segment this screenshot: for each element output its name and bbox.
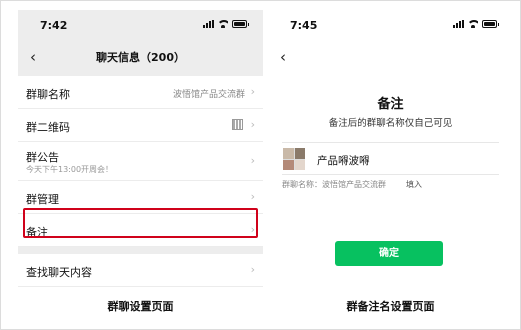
nav-bar: ‹ (268, 40, 513, 74)
row-announcement[interactable]: 群公告 今天下午13:00开周会！ › (18, 142, 263, 181)
page-title: 聊天信息（200） (96, 51, 185, 64)
back-arrow-icon[interactable]: ‹ (280, 48, 296, 66)
status-icons (453, 20, 499, 28)
group-name-value: 波悟馆产品交流群 (172, 90, 245, 100)
remark-description: 备注后的群聊名称仅自己可见 (328, 118, 453, 129)
wifi-icon (468, 20, 478, 28)
fill-in-link[interactable]: 填入 (406, 179, 422, 190)
remark-highlight-box (23, 208, 258, 238)
signal-icon (203, 20, 214, 28)
remark-title: 备注 (377, 97, 404, 112)
row-qr-code[interactable]: 群二维码 › (18, 109, 263, 142)
remark-name-input[interactable]: 产品嘚波嘚 (317, 153, 370, 168)
row-label: 群二维码 (26, 121, 70, 134)
row-label: 查找聊天内容 (26, 266, 92, 279)
wifi-icon (218, 20, 228, 28)
row-group-name[interactable]: 群聊名称 波悟馆产品交流群 › (18, 76, 263, 109)
group-avatar (283, 148, 305, 170)
signal-icon (453, 20, 464, 28)
row-label: 群公告 (26, 151, 59, 164)
status-icons (203, 20, 249, 28)
chevron-right-icon: › (250, 118, 255, 131)
chevron-right-icon: › (250, 190, 255, 203)
group-settings-screen: 7:42 ‹ 聊天信息（200） 群聊名称 波悟馆产品交流群 › 群二维码 › … (18, 10, 263, 287)
chevron-right-icon: › (250, 85, 255, 98)
announcement-preview: 今天下午13:00开周会！ (26, 165, 114, 174)
row-label: 群管理 (26, 193, 59, 206)
chevron-right-icon: › (250, 263, 255, 276)
qr-code-icon (232, 119, 243, 130)
original-group-name: 群聊名称：波悟馆产品交流群 (282, 180, 386, 189)
chevron-right-icon: › (250, 154, 255, 167)
right-caption: 群备注名设置页面 (346, 300, 435, 313)
remark-screen: 7:45 ‹ 备注 备注后的群聊名称仅自己可见 产品嘚波嘚 群聊名称：波悟馆产品… (268, 10, 513, 287)
section-gap (18, 247, 263, 254)
nav-bar: ‹ 聊天信息（200） (18, 40, 263, 74)
battery-icon (232, 20, 249, 28)
divider (282, 142, 499, 143)
left-caption: 群聊设置页面 (107, 300, 174, 313)
status-time: 7:42 (40, 19, 68, 32)
battery-icon (482, 20, 499, 28)
status-bar: 7:42 (18, 10, 263, 40)
status-bar: 7:45 (268, 10, 513, 40)
settings-list: 群聊名称 波悟馆产品交流群 › 群二维码 › 群公告 今天下午13:00开周会！… (18, 76, 263, 287)
row-label: 群聊名称 (26, 88, 70, 101)
divider (282, 174, 499, 175)
confirm-button[interactable]: 确定 (335, 241, 443, 266)
status-time: 7:45 (290, 19, 318, 32)
row-search-history[interactable]: 查找聊天内容 › (18, 254, 263, 287)
